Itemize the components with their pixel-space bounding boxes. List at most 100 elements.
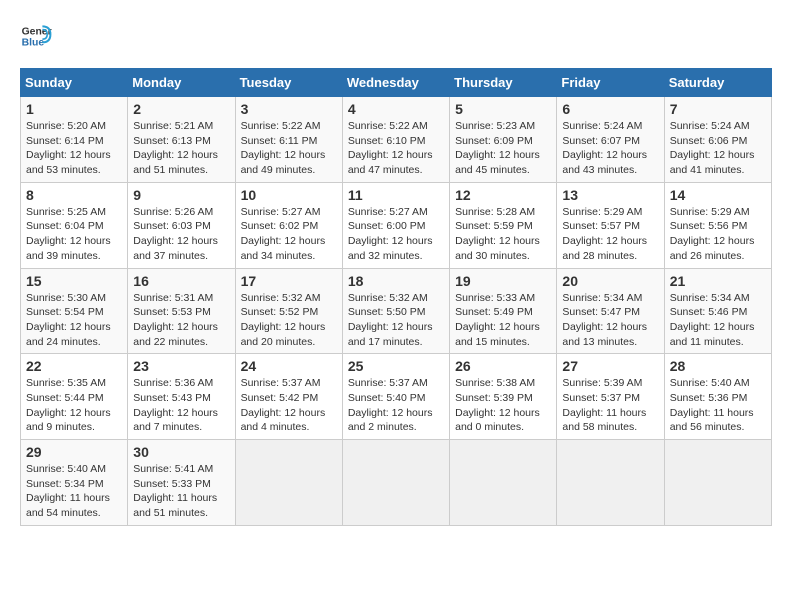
- cell-info: Sunrise: 5:36 AMSunset: 5:43 PMDaylight:…: [133, 377, 218, 433]
- cell-info: Sunrise: 5:39 AMSunset: 5:37 PMDaylight:…: [562, 377, 646, 433]
- cell-info: Sunrise: 5:34 AMSunset: 5:46 PMDaylight:…: [670, 292, 755, 348]
- day-header-sunday: Sunday: [21, 69, 128, 97]
- calendar-cell: [664, 440, 771, 526]
- cell-info: Sunrise: 5:25 AMSunset: 6:04 PMDaylight:…: [26, 206, 111, 262]
- day-number: 10: [241, 187, 337, 203]
- day-number: 2: [133, 101, 229, 117]
- day-number: 29: [26, 444, 122, 460]
- day-number: 11: [348, 187, 444, 203]
- calendar-cell: 11 Sunrise: 5:27 AMSunset: 6:00 PMDaylig…: [342, 182, 449, 268]
- cell-info: Sunrise: 5:26 AMSunset: 6:03 PMDaylight:…: [133, 206, 218, 262]
- calendar-cell: 1 Sunrise: 5:20 AMSunset: 6:14 PMDayligh…: [21, 97, 128, 183]
- calendar-cell: 12 Sunrise: 5:28 AMSunset: 5:59 PMDaylig…: [450, 182, 557, 268]
- cell-info: Sunrise: 5:40 AMSunset: 5:34 PMDaylight:…: [26, 463, 110, 519]
- day-number: 15: [26, 273, 122, 289]
- calendar-cell: 10 Sunrise: 5:27 AMSunset: 6:02 PMDaylig…: [235, 182, 342, 268]
- calendar-cell: 14 Sunrise: 5:29 AMSunset: 5:56 PMDaylig…: [664, 182, 771, 268]
- calendar-cell: 20 Sunrise: 5:34 AMSunset: 5:47 PMDaylig…: [557, 268, 664, 354]
- calendar-cell: 4 Sunrise: 5:22 AMSunset: 6:10 PMDayligh…: [342, 97, 449, 183]
- day-number: 4: [348, 101, 444, 117]
- day-number: 23: [133, 358, 229, 374]
- logo-icon: General Blue: [20, 20, 52, 52]
- header: General Blue: [20, 20, 772, 52]
- calendar-cell: [235, 440, 342, 526]
- cell-info: Sunrise: 5:32 AMSunset: 5:50 PMDaylight:…: [348, 292, 433, 348]
- calendar-cell: 2 Sunrise: 5:21 AMSunset: 6:13 PMDayligh…: [128, 97, 235, 183]
- cell-info: Sunrise: 5:27 AMSunset: 6:02 PMDaylight:…: [241, 206, 326, 262]
- cell-info: Sunrise: 5:21 AMSunset: 6:13 PMDaylight:…: [133, 120, 218, 176]
- calendar-cell: 21 Sunrise: 5:34 AMSunset: 5:46 PMDaylig…: [664, 268, 771, 354]
- calendar-cell: 7 Sunrise: 5:24 AMSunset: 6:06 PMDayligh…: [664, 97, 771, 183]
- day-number: 30: [133, 444, 229, 460]
- day-number: 22: [26, 358, 122, 374]
- calendar-cell: 25 Sunrise: 5:37 AMSunset: 5:40 PMDaylig…: [342, 354, 449, 440]
- day-number: 28: [670, 358, 766, 374]
- cell-info: Sunrise: 5:38 AMSunset: 5:39 PMDaylight:…: [455, 377, 540, 433]
- day-number: 26: [455, 358, 551, 374]
- calendar-cell: 9 Sunrise: 5:26 AMSunset: 6:03 PMDayligh…: [128, 182, 235, 268]
- day-number: 24: [241, 358, 337, 374]
- calendar-cell: [342, 440, 449, 526]
- calendar-cell: 15 Sunrise: 5:30 AMSunset: 5:54 PMDaylig…: [21, 268, 128, 354]
- cell-info: Sunrise: 5:29 AMSunset: 5:56 PMDaylight:…: [670, 206, 755, 262]
- cell-info: Sunrise: 5:24 AMSunset: 6:07 PMDaylight:…: [562, 120, 647, 176]
- day-number: 5: [455, 101, 551, 117]
- cell-info: Sunrise: 5:31 AMSunset: 5:53 PMDaylight:…: [133, 292, 218, 348]
- cell-info: Sunrise: 5:35 AMSunset: 5:44 PMDaylight:…: [26, 377, 111, 433]
- calendar-cell: 5 Sunrise: 5:23 AMSunset: 6:09 PMDayligh…: [450, 97, 557, 183]
- day-header-thursday: Thursday: [450, 69, 557, 97]
- cell-info: Sunrise: 5:37 AMSunset: 5:42 PMDaylight:…: [241, 377, 326, 433]
- day-number: 19: [455, 273, 551, 289]
- calendar-cell: 26 Sunrise: 5:38 AMSunset: 5:39 PMDaylig…: [450, 354, 557, 440]
- cell-info: Sunrise: 5:22 AMSunset: 6:11 PMDaylight:…: [241, 120, 326, 176]
- cell-info: Sunrise: 5:20 AMSunset: 6:14 PMDaylight:…: [26, 120, 111, 176]
- day-number: 27: [562, 358, 658, 374]
- day-header-wednesday: Wednesday: [342, 69, 449, 97]
- cell-info: Sunrise: 5:23 AMSunset: 6:09 PMDaylight:…: [455, 120, 540, 176]
- day-number: 9: [133, 187, 229, 203]
- day-number: 8: [26, 187, 122, 203]
- svg-text:Blue: Blue: [22, 38, 45, 49]
- day-number: 12: [455, 187, 551, 203]
- calendar-cell: 3 Sunrise: 5:22 AMSunset: 6:11 PMDayligh…: [235, 97, 342, 183]
- cell-info: Sunrise: 5:28 AMSunset: 5:59 PMDaylight:…: [455, 206, 540, 262]
- calendar-cell: 29 Sunrise: 5:40 AMSunset: 5:34 PMDaylig…: [21, 440, 128, 526]
- logo: General Blue: [20, 20, 52, 52]
- day-header-tuesday: Tuesday: [235, 69, 342, 97]
- day-number: 25: [348, 358, 444, 374]
- calendar-cell: 19 Sunrise: 5:33 AMSunset: 5:49 PMDaylig…: [450, 268, 557, 354]
- cell-info: Sunrise: 5:34 AMSunset: 5:47 PMDaylight:…: [562, 292, 647, 348]
- day-number: 18: [348, 273, 444, 289]
- cell-info: Sunrise: 5:41 AMSunset: 5:33 PMDaylight:…: [133, 463, 217, 519]
- calendar-cell: 27 Sunrise: 5:39 AMSunset: 5:37 PMDaylig…: [557, 354, 664, 440]
- day-number: 1: [26, 101, 122, 117]
- day-header-friday: Friday: [557, 69, 664, 97]
- day-number: 3: [241, 101, 337, 117]
- cell-info: Sunrise: 5:30 AMSunset: 5:54 PMDaylight:…: [26, 292, 111, 348]
- calendar-cell: 28 Sunrise: 5:40 AMSunset: 5:36 PMDaylig…: [664, 354, 771, 440]
- day-number: 7: [670, 101, 766, 117]
- calendar-cell: 18 Sunrise: 5:32 AMSunset: 5:50 PMDaylig…: [342, 268, 449, 354]
- calendar-cell: 24 Sunrise: 5:37 AMSunset: 5:42 PMDaylig…: [235, 354, 342, 440]
- cell-info: Sunrise: 5:32 AMSunset: 5:52 PMDaylight:…: [241, 292, 326, 348]
- calendar-cell: 13 Sunrise: 5:29 AMSunset: 5:57 PMDaylig…: [557, 182, 664, 268]
- calendar-table: SundayMondayTuesdayWednesdayThursdayFrid…: [20, 68, 772, 526]
- cell-info: Sunrise: 5:27 AMSunset: 6:00 PMDaylight:…: [348, 206, 433, 262]
- day-header-monday: Monday: [128, 69, 235, 97]
- calendar-cell: 22 Sunrise: 5:35 AMSunset: 5:44 PMDaylig…: [21, 354, 128, 440]
- day-header-saturday: Saturday: [664, 69, 771, 97]
- cell-info: Sunrise: 5:40 AMSunset: 5:36 PMDaylight:…: [670, 377, 754, 433]
- cell-info: Sunrise: 5:37 AMSunset: 5:40 PMDaylight:…: [348, 377, 433, 433]
- day-number: 17: [241, 273, 337, 289]
- calendar-cell: 23 Sunrise: 5:36 AMSunset: 5:43 PMDaylig…: [128, 354, 235, 440]
- day-number: 14: [670, 187, 766, 203]
- day-number: 13: [562, 187, 658, 203]
- calendar-cell: 16 Sunrise: 5:31 AMSunset: 5:53 PMDaylig…: [128, 268, 235, 354]
- day-number: 6: [562, 101, 658, 117]
- calendar-cell: 17 Sunrise: 5:32 AMSunset: 5:52 PMDaylig…: [235, 268, 342, 354]
- calendar-cell: 8 Sunrise: 5:25 AMSunset: 6:04 PMDayligh…: [21, 182, 128, 268]
- day-number: 21: [670, 273, 766, 289]
- cell-info: Sunrise: 5:33 AMSunset: 5:49 PMDaylight:…: [455, 292, 540, 348]
- cell-info: Sunrise: 5:29 AMSunset: 5:57 PMDaylight:…: [562, 206, 647, 262]
- day-number: 16: [133, 273, 229, 289]
